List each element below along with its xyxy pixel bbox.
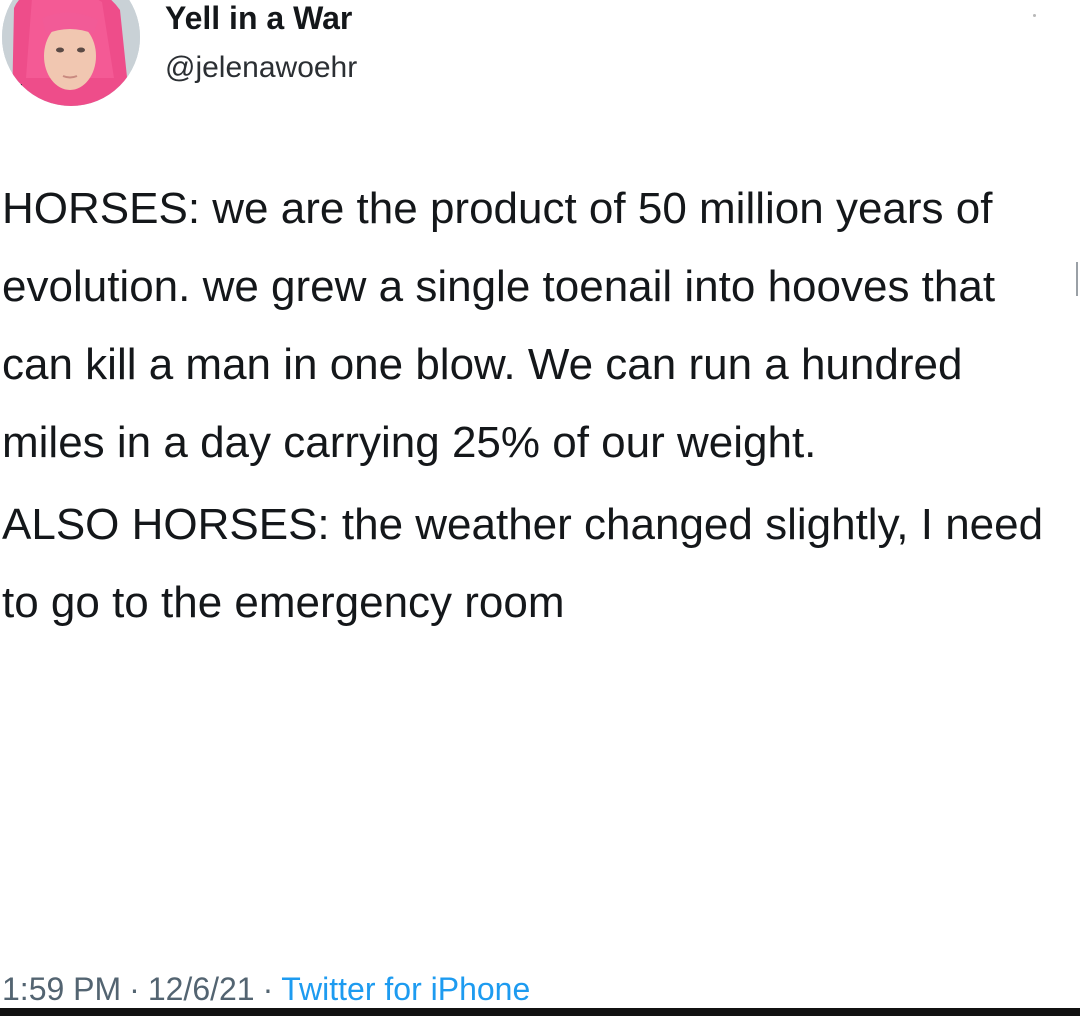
tweet-date[interactable]: 12/6/21 (148, 971, 255, 1007)
author-display-name[interactable]: Yell in a War (165, 0, 352, 36)
tweet-meta: 1:59 PM · 12/6/21 · Twitter for iPhone (2, 966, 530, 1012)
tweet-paragraph: HORSES: we are the product of 50 million… (2, 184, 996, 467)
profile-photo-avatar-icon (2, 0, 140, 106)
avatar[interactable] (2, 0, 140, 106)
tweet-time[interactable]: 1:59 PM (2, 971, 121, 1007)
tweet-paragraph: ALSO HORSES: the weather changed slightl… (2, 500, 1044, 627)
meta-separator: · (262, 971, 274, 1007)
tweet-text: HORSES: we are the product of 50 million… (2, 170, 1052, 644)
bottom-bar (0, 1008, 1080, 1016)
more-options-icon[interactable] (1033, 14, 1036, 17)
tweet-source-link[interactable]: Twitter for iPhone (281, 971, 530, 1007)
meta-separator: · (129, 971, 140, 1007)
author-handle[interactable]: @jelenawoehr (165, 50, 357, 86)
scrollbar-fragment (1076, 262, 1078, 296)
